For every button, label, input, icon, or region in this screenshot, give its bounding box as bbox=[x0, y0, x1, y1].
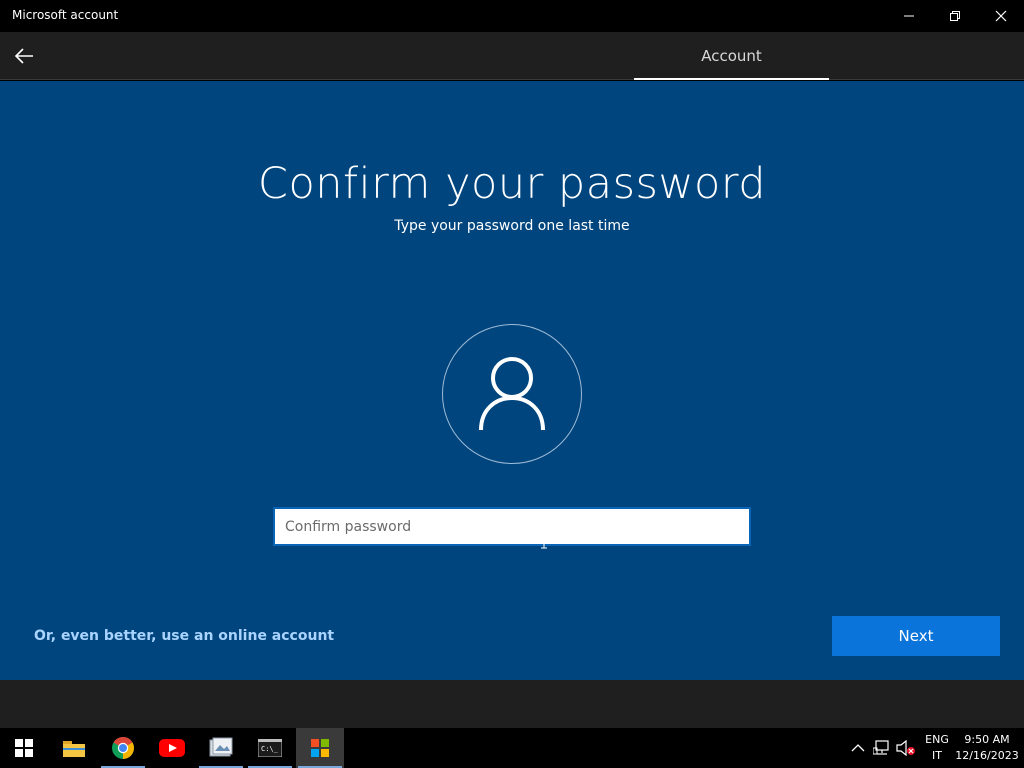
keyboard-layout: IT bbox=[932, 749, 942, 762]
tab-account: Account bbox=[634, 32, 829, 80]
minimize-button[interactable] bbox=[886, 0, 932, 32]
clock-time: 9:50 AM bbox=[964, 733, 1010, 746]
taskbar-chrome[interactable] bbox=[99, 728, 147, 768]
windows-logo-icon bbox=[15, 739, 33, 757]
taskbar-microsoft-store[interactable] bbox=[296, 728, 344, 768]
header-bar: Account bbox=[0, 32, 1024, 80]
network-icon bbox=[873, 740, 889, 755]
text-cursor-icon bbox=[541, 533, 547, 549]
page-title: Confirm your password bbox=[257, 159, 767, 209]
back-arrow-icon bbox=[14, 48, 33, 64]
taskbar-terminal[interactable]: C:\_ bbox=[246, 728, 294, 768]
tab-active-indicator bbox=[634, 78, 829, 80]
taskbar: C:\_ ENG IT 9:50 AM 12/16/2023 bbox=[0, 728, 1024, 768]
online-account-link[interactable]: Or, even better, use an online account bbox=[34, 628, 334, 644]
network-button[interactable] bbox=[872, 738, 892, 758]
clock-date: 12/16/2023 bbox=[955, 749, 1019, 762]
volume-button[interactable] bbox=[896, 738, 916, 758]
microsoft-logo-icon bbox=[311, 739, 329, 757]
minimize-icon bbox=[904, 15, 914, 17]
avatar bbox=[442, 324, 582, 464]
page-subtitle: Type your password one last time bbox=[394, 218, 630, 234]
close-button[interactable] bbox=[978, 0, 1024, 32]
language-code: ENG bbox=[925, 733, 949, 746]
main-content: Confirm your password Type your password… bbox=[0, 81, 1024, 680]
back-button[interactable] bbox=[8, 40, 40, 72]
taskbar-youtube[interactable] bbox=[148, 728, 196, 768]
folder-icon bbox=[63, 741, 85, 757]
taskbar-photos[interactable] bbox=[197, 728, 245, 768]
youtube-icon bbox=[159, 739, 185, 757]
clock[interactable]: 9:50 AM 12/16/2023 bbox=[955, 732, 1019, 764]
restore-icon bbox=[950, 11, 960, 21]
restore-button[interactable] bbox=[932, 0, 978, 32]
footer-band bbox=[0, 680, 1024, 728]
user-icon bbox=[479, 357, 545, 431]
show-hidden-icons-button[interactable] bbox=[848, 738, 868, 758]
tab-account-label: Account bbox=[701, 47, 762, 65]
chrome-icon bbox=[112, 737, 134, 759]
confirm-password-input[interactable] bbox=[273, 507, 751, 546]
svg-text:C:\_: C:\_ bbox=[261, 745, 279, 753]
chevron-up-icon bbox=[851, 744, 865, 752]
start-button[interactable] bbox=[0, 728, 48, 768]
input-language-indicator[interactable]: ENG IT bbox=[922, 732, 952, 764]
taskbar-file-explorer[interactable] bbox=[50, 728, 98, 768]
title-bar: Microsoft account bbox=[0, 0, 1024, 32]
terminal-icon: C:\_ bbox=[258, 739, 282, 757]
volume-muted-icon bbox=[896, 740, 915, 756]
photos-icon bbox=[209, 737, 233, 757]
close-icon bbox=[995, 10, 1007, 22]
next-button[interactable]: Next bbox=[832, 616, 1000, 656]
window-title: Microsoft account bbox=[12, 8, 119, 22]
